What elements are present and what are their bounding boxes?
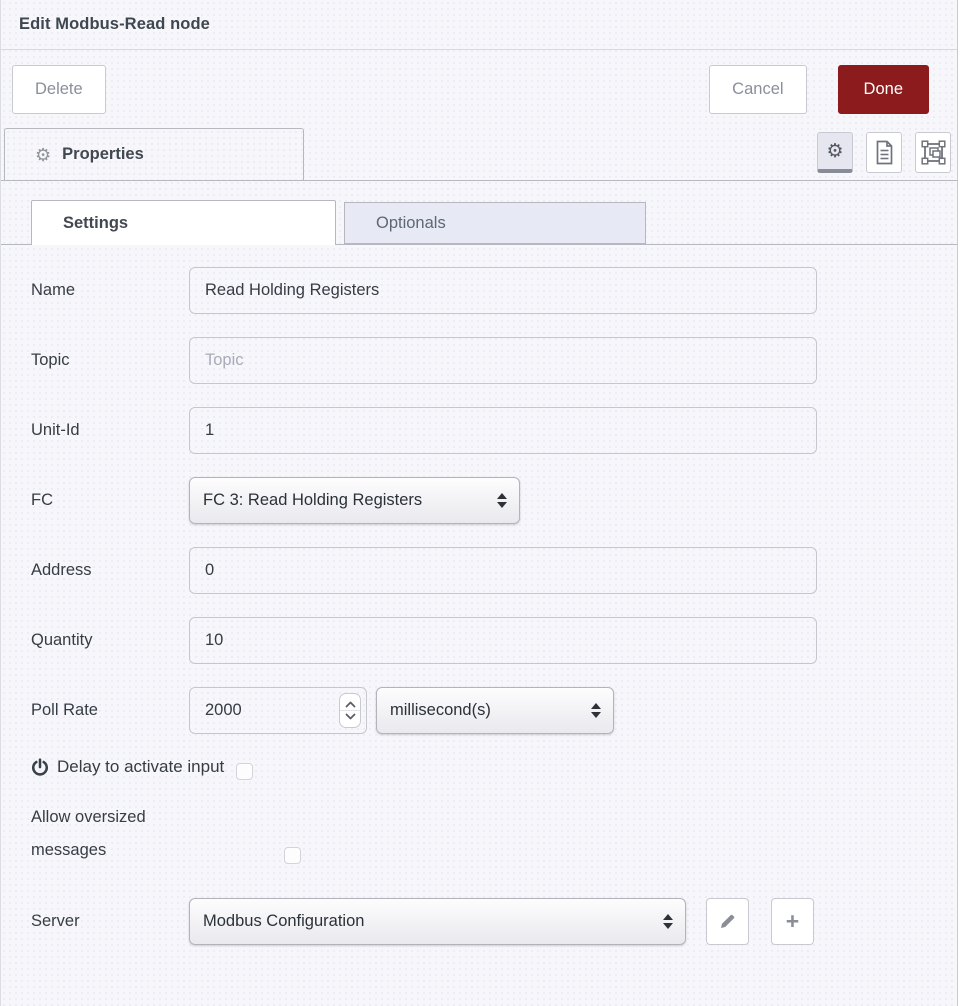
appearance-icon xyxy=(921,140,946,165)
cancel-button[interactable]: Cancel xyxy=(709,65,806,114)
edit-node-dialog: Edit Modbus-Read node Delete Cancel Done… xyxy=(0,0,958,1006)
chevron-up-icon xyxy=(345,701,356,708)
tab-properties[interactable]: ⚙ Properties xyxy=(4,128,304,180)
poll-rate-input-wrap xyxy=(189,687,367,734)
server-label: Server xyxy=(31,912,189,931)
edit-server-button[interactable] xyxy=(706,898,749,945)
server-selected-option: Modbus Configuration xyxy=(203,912,364,931)
dialog-title: Edit Modbus-Read node xyxy=(19,15,210,34)
unit-id-input[interactable] xyxy=(189,407,817,454)
gear-icon: ⚙ xyxy=(35,146,51,164)
unit-id-row: Unit-Id xyxy=(31,407,957,454)
pencil-icon xyxy=(718,912,737,931)
server-select[interactable]: Modbus Configuration xyxy=(189,898,686,945)
settings-optionals-tabs: Settings Optionals xyxy=(1,200,957,245)
address-row: Address xyxy=(31,547,957,594)
node-properties-form: Name Topic Unit-Id FC FC 3: Read Holding… xyxy=(1,245,957,945)
dialog-toolbar: Delete Cancel Done xyxy=(1,50,957,128)
dialog-header: Edit Modbus-Read node xyxy=(1,0,957,50)
description-tab-button[interactable] xyxy=(866,132,902,173)
quantity-label: Quantity xyxy=(31,631,189,650)
name-label: Name xyxy=(31,281,189,300)
unit-id-label: Unit-Id xyxy=(31,421,189,440)
tab-settings[interactable]: Settings xyxy=(31,200,336,245)
power-icon xyxy=(31,758,49,777)
number-stepper[interactable] xyxy=(339,693,361,728)
poll-rate-unit-selected: millisecond(s) xyxy=(390,701,491,720)
select-arrows-icon xyxy=(591,703,601,718)
topic-row: Topic xyxy=(31,337,957,384)
topic-input[interactable] xyxy=(189,337,817,384)
done-button[interactable]: Done xyxy=(838,65,929,114)
select-arrows-icon xyxy=(497,493,507,508)
document-icon xyxy=(875,140,894,165)
appearance-tab-button[interactable] xyxy=(915,132,951,173)
fc-select[interactable]: FC 3: Read Holding Registers xyxy=(189,477,520,524)
name-row: Name xyxy=(31,267,957,314)
oversized-messages-label: Allow oversized messages xyxy=(31,801,181,867)
fc-label: FC xyxy=(31,491,189,510)
properties-tab-button[interactable]: ⚙ xyxy=(817,132,853,173)
server-row: Server Modbus Configuration + xyxy=(31,898,957,945)
add-server-button[interactable]: + xyxy=(771,898,814,945)
fc-row: FC FC 3: Read Holding Registers xyxy=(31,477,957,524)
quantity-input[interactable] xyxy=(189,617,817,664)
topic-label: Topic xyxy=(31,351,189,370)
delay-activate-label: Delay to activate input xyxy=(57,757,224,777)
name-input[interactable] xyxy=(189,267,817,314)
address-input[interactable] xyxy=(189,547,817,594)
tab-optionals-label: Optionals xyxy=(376,214,446,233)
quantity-row: Quantity xyxy=(31,617,957,664)
editor-tab-icons: ⚙ xyxy=(817,132,951,173)
poll-rate-row: Poll Rate millisecond(s) xyxy=(31,687,957,734)
delay-activate-checkbox[interactable] xyxy=(236,763,253,780)
chevron-down-icon xyxy=(345,713,356,720)
poll-rate-unit-select[interactable]: millisecond(s) xyxy=(376,687,614,734)
delete-button[interactable]: Delete xyxy=(12,65,106,114)
fc-selected-option: FC 3: Read Holding Registers xyxy=(203,491,422,510)
oversized-messages-checkbox[interactable] xyxy=(284,847,301,864)
plus-icon: + xyxy=(786,908,799,935)
delay-activate-row: Delay to activate input xyxy=(31,757,957,777)
tab-properties-label: Properties xyxy=(62,145,144,164)
poll-rate-label: Poll Rate xyxy=(31,701,189,720)
tab-settings-label: Settings xyxy=(63,214,128,233)
select-arrows-icon xyxy=(663,914,673,929)
tab-optionals[interactable]: Optionals xyxy=(344,202,646,244)
editor-tabbar: ⚙ Properties ⚙ xyxy=(1,128,957,181)
address-label: Address xyxy=(31,561,189,580)
gear-icon: ⚙ xyxy=(826,142,843,161)
oversized-messages-row: Allow oversized messages xyxy=(31,801,957,867)
